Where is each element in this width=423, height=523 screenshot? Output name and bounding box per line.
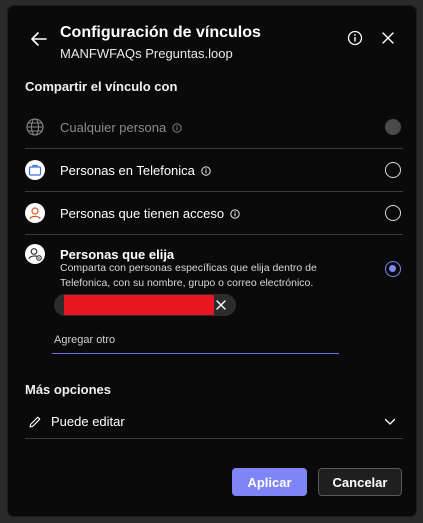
divider [25,191,403,192]
option-anyone-label: Cualquier persona [60,120,182,135]
option-specific-people-radio[interactable] [385,261,401,277]
option-specific-people-description: Comparta con personas específicas que el… [60,262,317,289]
share-with-heading: Compartir el vínculo con [25,79,178,94]
globe-icon [25,117,45,137]
arrow-left-icon [31,32,47,46]
divider [25,438,403,439]
close-button[interactable] [380,30,396,46]
remove-recipient-button[interactable] [214,298,228,312]
close-icon [382,32,394,44]
option-organization-label: Personas en Telefonica [60,163,211,178]
option-existing-access-radio[interactable] [385,205,401,221]
dialog-header: Configuración de vínculos MANFWFAQs Preg… [8,6,416,76]
pencil-icon [29,416,41,428]
link-settings-dialog: Configuración de vínculos MANFWFAQs Preg… [8,6,416,516]
option-organization[interactable]: Personas en Telefonica [8,152,416,188]
redacted-name [64,295,214,315]
person-gear-icon [25,244,45,264]
option-anyone-radio [385,119,401,135]
file-name: MANFWFAQs Preguntas.loop [60,46,233,61]
divider [25,148,403,149]
option-organization-radio[interactable] [385,162,401,178]
more-options-heading: Más opciones [25,382,111,397]
recipient-chip[interactable] [54,294,236,316]
info-icon [230,208,240,219]
info-icon [347,30,363,46]
dialog-title: Configuración de vínculos [60,24,261,41]
option-anyone: Cualquier persona [8,109,416,145]
back-button[interactable] [28,28,50,50]
info-button[interactable] [347,30,363,46]
apply-button[interactable]: Aplicar [232,468,307,496]
person-icon [25,203,45,223]
permission-value: Puede editar [51,414,125,429]
add-people-input[interactable] [52,326,339,354]
chevron-down-icon [384,418,396,425]
divider [25,234,403,235]
close-icon [216,300,226,310]
option-specific-people-label: Personas que elija [60,247,175,262]
option-existing-access-label: Personas que tienen acceso [60,206,240,221]
info-icon [201,165,211,176]
cancel-button[interactable]: Cancelar [318,468,402,496]
option-existing-access[interactable]: Personas que tienen acceso [8,195,416,231]
info-icon [172,122,182,133]
briefcase-icon [25,160,45,180]
permission-dropdown[interactable]: Puede editar [8,408,416,436]
